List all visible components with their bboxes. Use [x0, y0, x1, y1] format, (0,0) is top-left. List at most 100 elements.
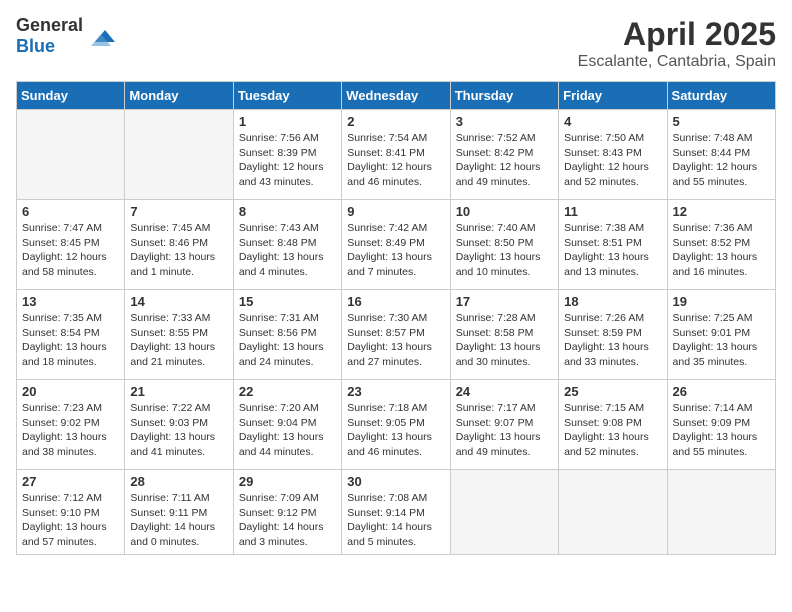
title-block: April 2025 Escalante, Cantabria, Spain — [578, 16, 776, 71]
calendar-table: Sunday Monday Tuesday Wednesday Thursday… — [16, 81, 776, 555]
calendar-day-cell: 16Sunrise: 7:30 AMSunset: 8:57 PMDayligh… — [342, 290, 450, 380]
col-thursday: Thursday — [450, 82, 558, 110]
day-info: Sunrise: 7:12 AMSunset: 9:10 PMDaylight:… — [22, 491, 119, 550]
daylight-text: Daylight: 12 hours and 55 minutes. — [673, 161, 758, 188]
daylight-text: Daylight: 13 hours and 7 minutes. — [347, 251, 432, 278]
daylight-text: Daylight: 13 hours and 16 minutes. — [673, 251, 758, 278]
day-info: Sunrise: 7:14 AMSunset: 9:09 PMDaylight:… — [673, 401, 770, 460]
day-info: Sunrise: 7:56 AMSunset: 8:39 PMDaylight:… — [239, 131, 336, 190]
day-info: Sunrise: 7:54 AM Sunset: 8:41 PM Daylight:… — [347, 131, 444, 190]
day-number: 24 — [456, 384, 553, 399]
daylight-text: Daylight: 12 hours and 46 minutes. — [347, 161, 432, 188]
sunset-text: Sunset: 9:08 PM — [564, 417, 642, 429]
calendar-day-cell: 30 Sunrise: 7:08 AMSunset: 9:14 PMDayligh… — [342, 470, 450, 555]
day-number: 14 — [130, 294, 227, 309]
calendar-day-cell: 29Sunrise: 7:09 AMSunset: 9:12 PMDayligh… — [233, 470, 341, 555]
sunrise-text: Sunrise: 7:54 AM — [347, 132, 427, 144]
calendar-day-cell: 17Sunrise: 7:28 AMSunset: 8:58 PMDayligh… — [450, 290, 558, 380]
calendar-day-cell: 22 Sunrise: 7:20 AMSunset: 9:04 PMDayligh… — [233, 380, 341, 470]
calendar-day-cell — [125, 110, 233, 200]
day-info: Sunrise: 7:52 AMSunset: 8:42 PMDaylight:… — [456, 131, 553, 190]
day-info: Sunrise: 7:28 AMSunset: 8:58 PMDaylight:… — [456, 311, 553, 370]
daylight-text: Daylight: 13 hours and 24 minutes. — [239, 341, 324, 368]
daylight-text: Daylight: 14 hours and 5 minutes. — [347, 521, 432, 548]
calendar-week-row: 20 Sunrise: 7:23 AMSunset: 9:02 PMDayligh… — [17, 380, 776, 470]
sunrise-text: Sunrise: 7:18 AM — [347, 402, 427, 414]
sunset-text: Sunset: 9:03 PM — [130, 417, 208, 429]
sunrise-text: Sunrise: 7:47 AM — [22, 222, 102, 234]
day-info: Sunrise: 7:08 AMSunset: 9:14 PMDaylight:… — [347, 491, 444, 550]
day-number: 5 — [673, 114, 770, 129]
daylight-text: Daylight: 13 hours and 41 minutes. — [130, 431, 215, 458]
day-number: 28 — [130, 474, 227, 489]
calendar-day-cell: 8 Sunrise: 7:43 AMSunset: 8:48 PMDaylight… — [233, 200, 341, 290]
day-number: 2 — [347, 114, 444, 129]
sunrise-text: Sunrise: 7:23 AM — [22, 402, 102, 414]
day-info: Sunrise: 7:43 AMSunset: 8:48 PMDaylight:… — [239, 221, 336, 280]
sunrise-text: Sunrise: 7:11 AM — [130, 492, 209, 504]
day-number: 1 — [239, 114, 336, 129]
day-number: 27 — [22, 474, 119, 489]
day-number: 16 — [347, 294, 444, 309]
sunrise-text: Sunrise: 7:45 AM — [130, 222, 210, 234]
calendar-week-row: 13Sunrise: 7:35 AMSunset: 8:54 PMDayligh… — [17, 290, 776, 380]
calendar-day-cell: 18Sunrise: 7:26 AMSunset: 8:59 PMDayligh… — [559, 290, 667, 380]
calendar-day-cell: 9Sunrise: 7:42 AMSunset: 8:49 PMDaylight… — [342, 200, 450, 290]
daylight-text: Daylight: 12 hours and 49 minutes. — [456, 161, 541, 188]
col-sunday: Sunday — [17, 82, 125, 110]
day-number: 29 — [239, 474, 336, 489]
day-info: Sunrise: 7:20 AMSunset: 9:04 PMDaylight:… — [239, 401, 336, 460]
sunrise-text: Sunrise: 7:12 AM — [22, 492, 102, 504]
sunset-text: Sunset: 8:41 PM — [347, 147, 425, 159]
calendar-day-cell: 28Sunrise: 7:11 AMSunset: 9:11 PMDayligh… — [125, 470, 233, 555]
sunrise-text: Sunrise: 7:28 AM — [456, 312, 536, 324]
day-info: Sunrise: 7:26 AMSunset: 8:59 PMDaylight:… — [564, 311, 661, 370]
day-number: 15 — [239, 294, 336, 309]
sunrise-text: Sunrise: 7:15 AM — [564, 402, 644, 414]
daylight-text: Daylight: 13 hours and 49 minutes. — [456, 431, 541, 458]
day-number: 22 — [239, 384, 336, 399]
daylight-text: Daylight: 13 hours and 4 minutes. — [239, 251, 324, 278]
day-number: 8 — [239, 204, 336, 219]
sunset-text: Sunset: 9:10 PM — [22, 507, 100, 519]
day-number: 25 — [564, 384, 661, 399]
sunset-text: Sunset: 8:58 PM — [456, 327, 534, 339]
sunset-text: Sunset: 8:56 PM — [239, 327, 317, 339]
calendar-day-cell: 11Sunrise: 7:38 AMSunset: 8:51 PMDayligh… — [559, 200, 667, 290]
daylight-text: Daylight: 12 hours and 43 minutes. — [239, 161, 324, 188]
sunset-text: Sunset: 8:52 PM — [673, 237, 751, 249]
day-info: Sunrise: 7:18 AMSunset: 9:05 PMDaylight:… — [347, 401, 444, 460]
day-number: 26 — [673, 384, 770, 399]
daylight-text: Daylight: 13 hours and 35 minutes. — [673, 341, 758, 368]
day-number: 20 — [22, 384, 119, 399]
day-number: 17 — [456, 294, 553, 309]
calendar-day-cell: 7Sunrise: 7:45 AMSunset: 8:46 PMDaylight… — [125, 200, 233, 290]
calendar-day-cell: 19Sunrise: 7:25 AMSunset: 9:01 PMDayligh… — [667, 290, 775, 380]
col-wednesday: Wednesday — [342, 82, 450, 110]
calendar-day-cell: 10Sunrise: 7:40 AMSunset: 8:50 PMDayligh… — [450, 200, 558, 290]
logo-wordmark: General Blue — [16, 16, 83, 57]
sunrise-text: Sunrise: 7:30 AM — [347, 312, 427, 324]
daylight-text: Daylight: 13 hours and 21 minutes. — [130, 341, 215, 368]
sunrise-text: Sunrise: 7:25 AM — [673, 312, 753, 324]
daylight-text: Daylight: 13 hours and 52 minutes. — [564, 431, 649, 458]
daylight-text: Daylight: 13 hours and 10 minutes. — [456, 251, 541, 278]
sunrise-text: Sunrise: 7:42 AM — [347, 222, 427, 234]
daylight-text: Daylight: 13 hours and 33 minutes. — [564, 341, 649, 368]
day-number: 30 — [347, 474, 444, 489]
calendar-day-cell — [559, 470, 667, 555]
daylight-text: Daylight: 13 hours and 44 minutes. — [239, 431, 324, 458]
sunset-text: Sunset: 9:09 PM — [673, 417, 751, 429]
sunrise-text: Sunrise: 7:33 AM — [130, 312, 210, 324]
sunset-text: Sunset: 9:12 PM — [239, 507, 317, 519]
sunrise-text: Sunrise: 7:36 AM — [673, 222, 753, 234]
calendar-header-row: Sunday Monday Tuesday Wednesday Thursday… — [17, 82, 776, 110]
sunset-text: Sunset: 8:39 PM — [239, 147, 317, 159]
day-number: 13 — [22, 294, 119, 309]
sunset-text: Sunset: 9:14 PM — [347, 507, 425, 519]
daylight-text: Daylight: 13 hours and 38 minutes. — [22, 431, 107, 458]
day-number: 10 — [456, 204, 553, 219]
calendar-day-cell: 13Sunrise: 7:35 AMSunset: 8:54 PMDayligh… — [17, 290, 125, 380]
sunrise-text: Sunrise: 7:43 AM — [239, 222, 319, 234]
day-info: Sunrise: 7:23 AMSunset: 9:02 PMDaylight:… — [22, 401, 119, 460]
